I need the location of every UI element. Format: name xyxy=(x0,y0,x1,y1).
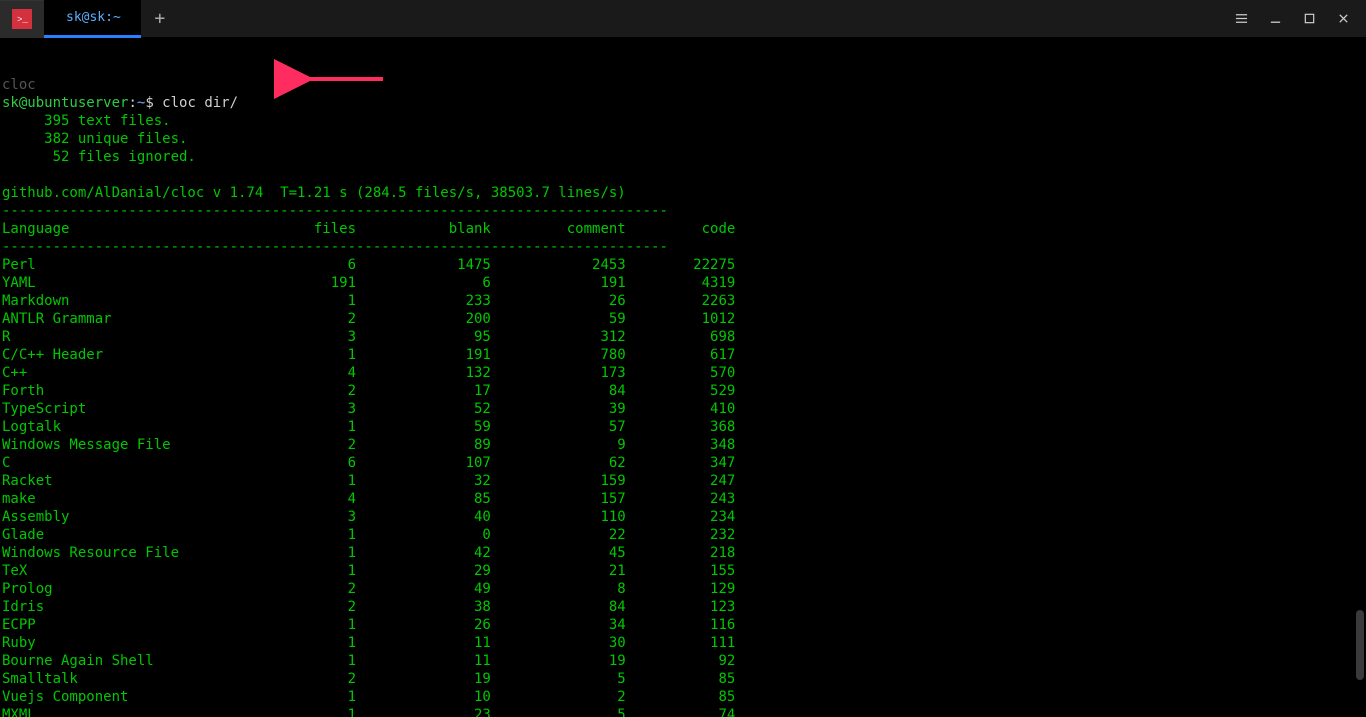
table-row: C++ 4 132 173 570 xyxy=(2,364,1364,382)
new-tab-button[interactable]: + xyxy=(141,0,179,38)
title-bar: >_ sk@sk:~ + xyxy=(0,0,1366,38)
table-row: Windows Message File 2 89 9 348 xyxy=(2,436,1364,454)
summary-line: 395 text files. xyxy=(2,112,1364,130)
terminal-icon: >_ xyxy=(12,9,32,29)
meta-line: github.com/AlDanial/cloc v 1.74 T=1.21 s… xyxy=(2,184,1364,202)
tab-active[interactable]: sk@sk:~ xyxy=(44,0,141,38)
close-icon xyxy=(1337,12,1350,25)
tab-title: sk@sk:~ xyxy=(66,10,121,25)
table-row: Markdown 1 233 26 2263 xyxy=(2,292,1364,310)
table-row: Assembly 3 40 110 234 xyxy=(2,508,1364,526)
window-controls xyxy=(1224,4,1366,34)
hr-line: ----------------------------------------… xyxy=(2,238,1364,256)
table-row: make 4 85 157 243 xyxy=(2,490,1364,508)
table-row: Forth 2 17 84 529 xyxy=(2,382,1364,400)
table-row: TeX 1 29 21 155 xyxy=(2,562,1364,580)
table-row: Windows Resource File 1 42 45 218 xyxy=(2,544,1364,562)
prompt-line: sk@ubuntuserver:~$ cloc dir/ xyxy=(2,94,1364,112)
table-row: Glade 1 0 22 232 xyxy=(2,526,1364,544)
scroll-thumb[interactable] xyxy=(1356,610,1364,680)
table-row: Smalltalk 2 19 5 85 xyxy=(2,670,1364,688)
table-row: TypeScript 3 52 39 410 xyxy=(2,400,1364,418)
plus-icon: + xyxy=(154,8,165,29)
table-row: ANTLR Grammar 2 200 59 1012 xyxy=(2,310,1364,328)
maximize-button[interactable] xyxy=(1292,4,1326,34)
table-row: R 3 95 312 698 xyxy=(2,328,1364,346)
menu-button[interactable] xyxy=(1224,4,1258,34)
tab-terminal-logo[interactable]: >_ xyxy=(0,0,44,38)
table-row: Bourne Again Shell 1 11 19 92 xyxy=(2,652,1364,670)
table-row: Ruby 1 11 30 111 xyxy=(2,634,1364,652)
table-row: MXML 1 23 5 74 xyxy=(2,706,1364,717)
minimize-button[interactable] xyxy=(1258,4,1292,34)
svg-text:>_: >_ xyxy=(17,15,28,25)
summary-line: 382 unique files. xyxy=(2,130,1364,148)
table-row: ECPP 1 26 34 116 xyxy=(2,616,1364,634)
prev-output-line: cloc xyxy=(2,76,1364,94)
table-row: Racket 1 32 159 247 xyxy=(2,472,1364,490)
table-row: YAML 191 6 191 4319 xyxy=(2,274,1364,292)
table-row: C/C++ Header 1 191 780 617 xyxy=(2,346,1364,364)
hamburger-icon xyxy=(1235,12,1248,25)
minimize-icon xyxy=(1269,12,1282,25)
summary-line: 52 files ignored. xyxy=(2,148,1364,166)
blank-line xyxy=(2,166,1364,184)
table-row: Perl 6 1475 2453 22275 xyxy=(2,256,1364,274)
terminal-output[interactable]: clocsk@ubuntuserver:~$ cloc dir/ 395 tex… xyxy=(0,38,1366,717)
table-row: C 6 107 62 347 xyxy=(2,454,1364,472)
table-row: Vuejs Component 1 10 2 85 xyxy=(2,688,1364,706)
table-header: Language files blank comment code xyxy=(2,220,1364,238)
close-button[interactable] xyxy=(1326,4,1360,34)
maximize-icon xyxy=(1303,12,1316,25)
table-row: Idris 2 38 84 123 xyxy=(2,598,1364,616)
scrollbar[interactable] xyxy=(1354,40,1364,710)
table-row: Logtalk 1 59 57 368 xyxy=(2,418,1364,436)
hr-line: ----------------------------------------… xyxy=(2,202,1364,220)
table-row: Prolog 2 49 8 129 xyxy=(2,580,1364,598)
